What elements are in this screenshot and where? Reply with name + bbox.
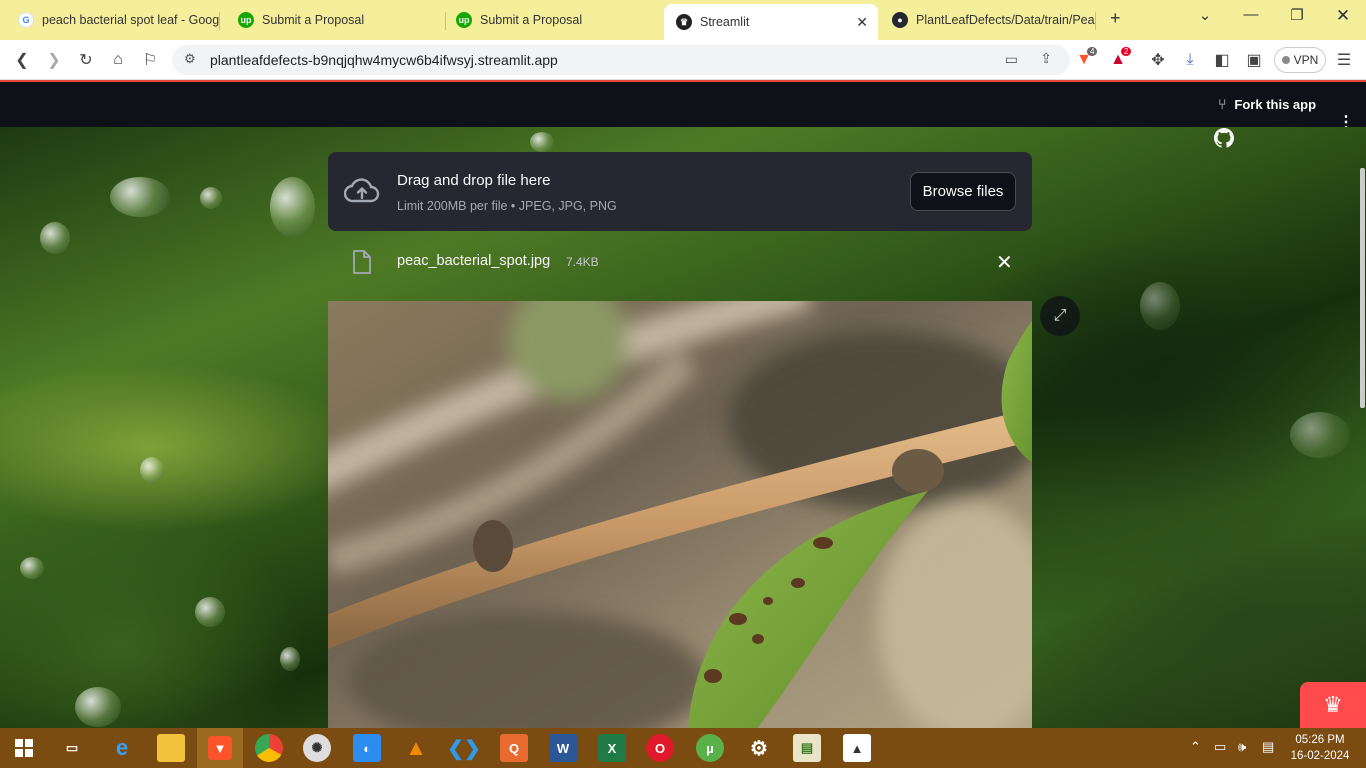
windows-start-icon[interactable] — [10, 734, 38, 762]
tab-label: Submit a Proposal — [262, 13, 365, 27]
windows-taskbar: ▭ e ▼ ✺ ◐ ▲ ❮❯ Q W X O µ ⚙ ▤ ▲ ⌃ ▭ 🕪 ▤ 0… — [0, 728, 1366, 768]
extensions-icon[interactable]: ✥ — [1146, 48, 1170, 72]
brave-taskbar-icon[interactable]: ▼ — [197, 728, 243, 768]
taskbar-clock[interactable]: 05:26 PM 16-02-2024 — [1290, 732, 1350, 764]
messenger-icon[interactable]: ◐ — [353, 734, 381, 762]
volume-icon[interactable]: 🕪 — [1238, 739, 1246, 755]
browser-toolbar: ❮ ❯ ↻ ⌂ ⚐ ⚙ plantleafdefects-b9nqjqhw4my… — [0, 40, 1366, 80]
tab-upwork-proposal-1[interactable]: up Submit a Proposal — [226, 4, 446, 36]
chart-app-icon[interactable]: ▤ — [793, 734, 821, 762]
share-icon[interactable]: ⇪ — [1040, 50, 1052, 67]
minimize-icon[interactable]: — — [1228, 6, 1274, 23]
github-icon: ● — [892, 12, 908, 28]
new-tab-icon[interactable]: + — [1110, 8, 1121, 29]
browser-tab-strip: G peach bacterial spot leaf - Google up … — [0, 0, 1366, 40]
menu-icon[interactable]: ☰ — [1332, 48, 1356, 72]
notification-icon[interactable]: ▤ — [1262, 739, 1274, 755]
vpn-label: VPN — [1293, 53, 1319, 67]
home-icon[interactable]: ⌂ — [106, 48, 130, 72]
close-window-icon[interactable]: ✕ — [1320, 6, 1366, 26]
remove-file-icon[interactable]: ✕ — [996, 250, 1013, 275]
bookmark-icon[interactable]: ⚐ — [138, 48, 162, 72]
address-bar[interactable]: ⚙ plantleafdefects-b9nqjqhw4mycw6b4ifwsy… — [172, 45, 1070, 75]
fork-label: Fork this app — [1234, 96, 1317, 112]
fork-icon: ⑂ — [1218, 96, 1227, 112]
url-text[interactable]: plantleafdefects-b9nqjqhw4mycw6b4ifwsyj.… — [210, 52, 558, 68]
tab-close-icon[interactable]: ✕ — [856, 14, 868, 31]
browse-files-button[interactable]: Browse files — [910, 172, 1016, 211]
chrome-icon[interactable] — [255, 734, 283, 762]
file-icon — [353, 250, 371, 274]
fullscreen-expand-icon[interactable]: ⤢ — [1040, 296, 1080, 336]
forward-icon[interactable]: ❯ — [42, 48, 66, 72]
sidebar-icon[interactable]: ◧ — [1210, 48, 1234, 72]
github-icon[interactable] — [1214, 128, 1234, 148]
qt-app-icon[interactable]: Q — [500, 734, 528, 762]
reload-icon[interactable]: ↻ — [74, 48, 98, 72]
edge-icon[interactable]: e — [108, 734, 136, 762]
restore-icon[interactable]: ❐ — [1274, 6, 1320, 24]
downloads-icon[interactable]: ⤓ — [1178, 48, 1202, 72]
vpn-button[interactable]: VPN — [1274, 47, 1326, 73]
back-icon[interactable]: ❮ — [10, 48, 34, 72]
tab-search-chevron-icon[interactable]: ⌄ — [1182, 6, 1228, 24]
page-scrollbar[interactable] — [1360, 168, 1365, 408]
uploaded-file-row: peac_bacterial_spot.jpg 7.4KB ✕ — [328, 240, 1032, 284]
clock-date: 16-02-2024 — [1290, 750, 1350, 762]
google-icon: G — [18, 12, 34, 28]
file-uploader-dropzone[interactable]: Drag and drop file here Limit 200MB per … — [328, 152, 1032, 231]
excel-icon[interactable]: X — [598, 734, 626, 762]
vlc-icon[interactable]: ▲ — [402, 734, 430, 762]
uploader-limit-text: Limit 200MB per file • JPEG, JPG, PNG — [397, 199, 617, 213]
cast-icon[interactable]: ▭ — [1005, 51, 1018, 68]
streamlit-crown-icon: ♛ — [1323, 692, 1343, 717]
upwork-icon: up — [456, 12, 472, 28]
tab-label: Streamlit — [700, 15, 750, 29]
app-header — [0, 82, 1366, 127]
site-info-icon[interactable]: ⚙ — [184, 51, 196, 67]
wallet-icon[interactable]: ▣ — [1242, 48, 1266, 72]
streamlit-icon: ♛ — [676, 14, 692, 30]
opera-icon[interactable]: O — [646, 734, 674, 762]
tab-streamlit[interactable]: ♛ Streamlit ✕ — [664, 4, 878, 40]
tab-github[interactable]: ● PlantLeafDefects/Data/train/Peach — [880, 4, 1096, 36]
tab-label: Submit a Proposal — [480, 13, 583, 27]
utorrent-icon[interactable]: µ — [696, 734, 724, 762]
clock-time: 05:26 PM — [1295, 734, 1345, 746]
tray-chevron-icon[interactable]: ⌃ — [1190, 739, 1201, 755]
network-icon[interactable]: ▭ — [1214, 739, 1226, 755]
upwork-icon: up — [238, 12, 254, 28]
tab-upwork-proposal-2[interactable]: up Submit a Proposal — [444, 4, 664, 36]
file-explorer-icon[interactable] — [157, 734, 185, 762]
task-view-icon[interactable]: ▭ — [58, 734, 86, 762]
fork-app-button[interactable]: ⑂ Fork this app — [1218, 96, 1316, 112]
uploader-title: Drag and drop file here — [397, 172, 551, 189]
uploaded-image — [328, 301, 1032, 728]
uploaded-file-size: 7.4KB — [566, 255, 599, 269]
uploaded-file-name: peac_bacterial_spot.jpg — [397, 253, 551, 269]
media-player-icon[interactable]: ✺ — [303, 734, 331, 762]
cloud-upload-icon — [344, 178, 380, 203]
tab-google-search[interactable]: G peach bacterial spot leaf - Google — [6, 4, 220, 36]
word-icon[interactable]: W — [549, 734, 577, 762]
settings-gear-icon[interactable]: ⚙ — [745, 734, 773, 762]
photos-icon[interactable]: ▲ — [843, 734, 871, 762]
streamlit-badge[interactable]: ♛ — [1300, 682, 1366, 728]
tab-label: peach bacterial spot leaf - Google — [42, 13, 220, 27]
vpn-status-icon — [1281, 56, 1290, 64]
tab-label: PlantLeafDefects/Data/train/Peach — [916, 13, 1096, 27]
vscode-icon[interactable]: ❮❯ — [447, 734, 481, 762]
